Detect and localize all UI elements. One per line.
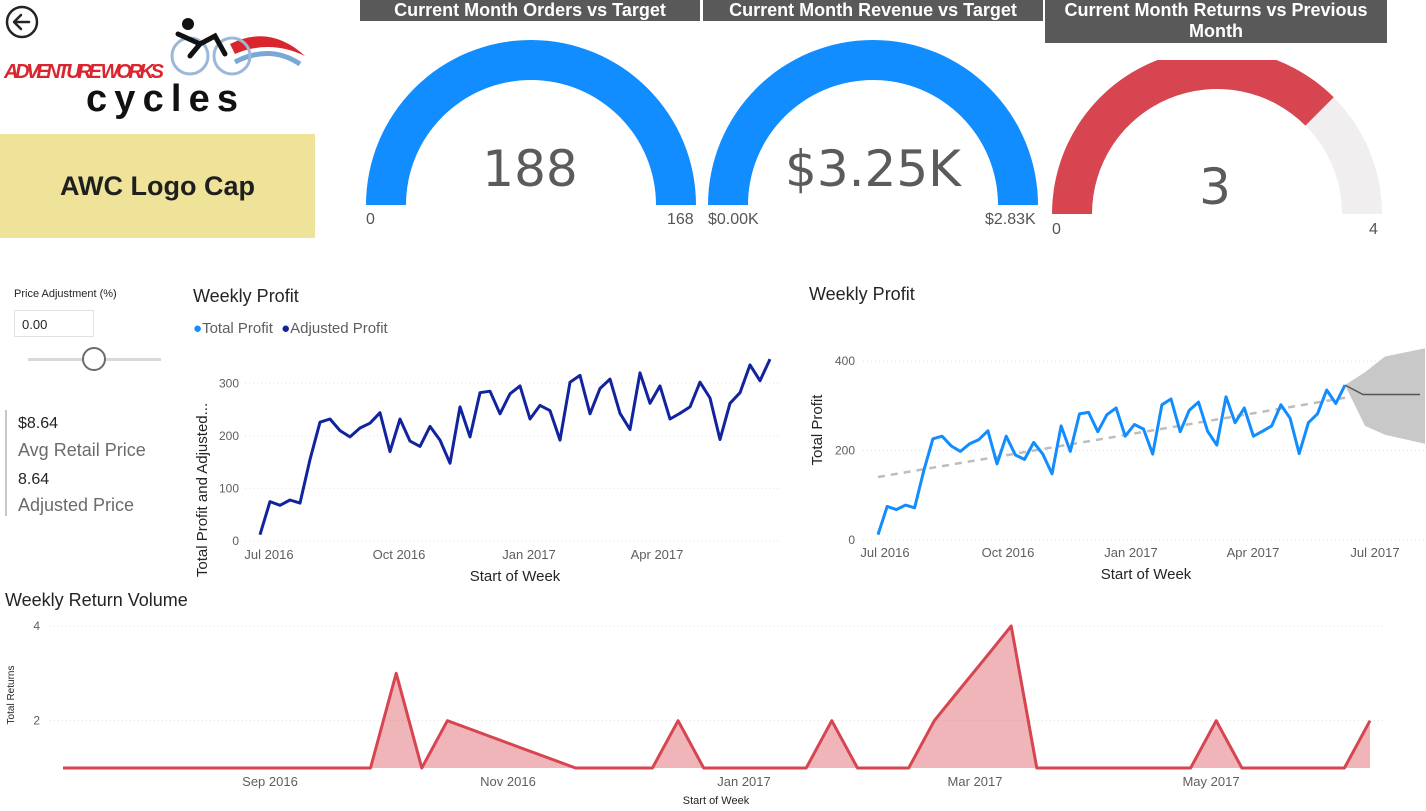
weekly-return-volume-title: Weekly Return Volume bbox=[5, 590, 188, 610]
weekly-return-volume-chart[interactable]: 2 4 Sep 2016 Nov 2016 Jan 2017 Mar 2017 May 2… bbox=[0, 610, 1426, 811]
returns-area bbox=[63, 626, 1370, 768]
x-tick-label: Jan 2017 bbox=[1104, 545, 1158, 560]
revenue-gauge-min: $0.00K bbox=[708, 211, 759, 228]
total-profit-line bbox=[876, 384, 1347, 536]
adjusted-profit-line bbox=[258, 358, 772, 536]
x-tick-label: Mar 2017 bbox=[948, 774, 1003, 789]
y-tick-label: 400 bbox=[835, 354, 855, 368]
kpi-revenue-title: Current Month Revenue vs Target bbox=[703, 0, 1043, 21]
x-tick-label: Sep 2016 bbox=[242, 774, 298, 789]
logo-brand-bottom: cycles bbox=[86, 78, 238, 119]
x-tick-label: Jul 2016 bbox=[244, 547, 293, 562]
logo-brand-top: ADVENTURE WORKS bbox=[3, 61, 165, 83]
y-tick-label: 100 bbox=[219, 481, 239, 495]
legend-adjusted-profit[interactable]: ●Adjusted Profit bbox=[281, 320, 388, 337]
x-tick-label: Apr 2017 bbox=[631, 547, 684, 562]
legend-total-profit[interactable]: ●Total Profit bbox=[193, 320, 273, 337]
y-tick-label: 0 bbox=[232, 534, 239, 548]
x-tick-label: Apr 2017 bbox=[1227, 545, 1280, 560]
forecast-confidence-band bbox=[1345, 348, 1425, 444]
y-tick-label: 2 bbox=[33, 714, 40, 728]
company-logo: ADVENTURE WORKS cycles bbox=[0, 14, 320, 120]
returns-gauge-value: 3 bbox=[1199, 158, 1231, 216]
weekly-profit-xlabel: Start of Week bbox=[470, 568, 561, 585]
adjusted-price-label: Adjusted Price bbox=[18, 495, 135, 515]
orders-gauge-min: 0 bbox=[366, 211, 375, 228]
kpi-orders-title: Current Month Orders vs Target bbox=[360, 0, 700, 21]
weekly-profit-forecast-xlabel: Start of Week bbox=[1101, 566, 1192, 583]
weekly-return-volume-xlabel: Start of Week bbox=[683, 795, 750, 807]
x-tick-label: May 2017 bbox=[1182, 774, 1239, 789]
y-tick-label: 200 bbox=[835, 443, 855, 457]
x-tick-label: Jul 2016 bbox=[860, 545, 909, 560]
weekly-profit-title: Weekly Profit bbox=[193, 286, 299, 306]
y-tick-label: 300 bbox=[219, 376, 239, 390]
orders-gauge-max: 168 bbox=[667, 211, 694, 228]
product-name-card: AWC Logo Cap bbox=[0, 134, 315, 238]
x-tick-label: Jan 2017 bbox=[502, 547, 556, 562]
kpi-returns-title: Current Month Returns vs Previous Month bbox=[1045, 0, 1387, 43]
x-tick-label: Oct 2016 bbox=[373, 547, 426, 562]
avg-retail-price-label: Avg Retail Price bbox=[18, 440, 146, 460]
revenue-gauge-max: $2.83K bbox=[985, 211, 1036, 228]
cards-divider bbox=[5, 410, 7, 516]
weekly-profit-legend[interactable]: ●Total Profit ●Adjusted Profit bbox=[193, 320, 388, 337]
price-adjustment-slider-handle[interactable] bbox=[82, 347, 106, 371]
returns-gauge-min: 0 bbox=[1052, 221, 1061, 238]
weekly-profit-forecast-title: Weekly Profit bbox=[809, 284, 915, 304]
y-tick-label: 0 bbox=[848, 533, 855, 547]
weekly-profit-forecast-ylabel: Total Profit bbox=[809, 394, 826, 466]
x-tick-label: Oct 2016 bbox=[982, 545, 1035, 560]
weekly-profit-ylabel: Total Profit and Adjusted... bbox=[194, 403, 211, 577]
y-tick-label: 4 bbox=[33, 619, 40, 633]
x-tick-label: Nov 2016 bbox=[480, 774, 536, 789]
weekly-return-volume-ylabel: Total Returns bbox=[6, 666, 17, 725]
x-tick-label: Jul 2017 bbox=[1350, 545, 1399, 560]
weekly-profit-forecast-chart[interactable]: 0 200 400 Jul 2016 Oct 2016 Jan 2017 Apr 2017… bbox=[805, 338, 1426, 588]
orders-gauge-value: 188 bbox=[482, 140, 578, 198]
returns-line bbox=[63, 624, 1372, 770]
revenue-gauge-value: $3.25K bbox=[785, 140, 961, 198]
price-adjustment-input[interactable]: 0.00 bbox=[14, 310, 94, 337]
x-tick-label: Jan 2017 bbox=[717, 774, 771, 789]
y-tick-label: 200 bbox=[219, 429, 239, 443]
product-name: AWC Logo Cap bbox=[60, 170, 255, 201]
adjusted-price-value: 8.64 bbox=[18, 471, 50, 488]
price-adjustment-title: Price Adjustment (%) bbox=[14, 288, 117, 300]
returns-gauge-max: 4 bbox=[1369, 221, 1378, 238]
weekly-profit-chart[interactable]: 0 100 200 300 Jul 2016 Oct 2016 Jan 2017 Apr 2… bbox=[190, 340, 790, 590]
avg-retail-price-value: $8.64 bbox=[18, 415, 59, 432]
